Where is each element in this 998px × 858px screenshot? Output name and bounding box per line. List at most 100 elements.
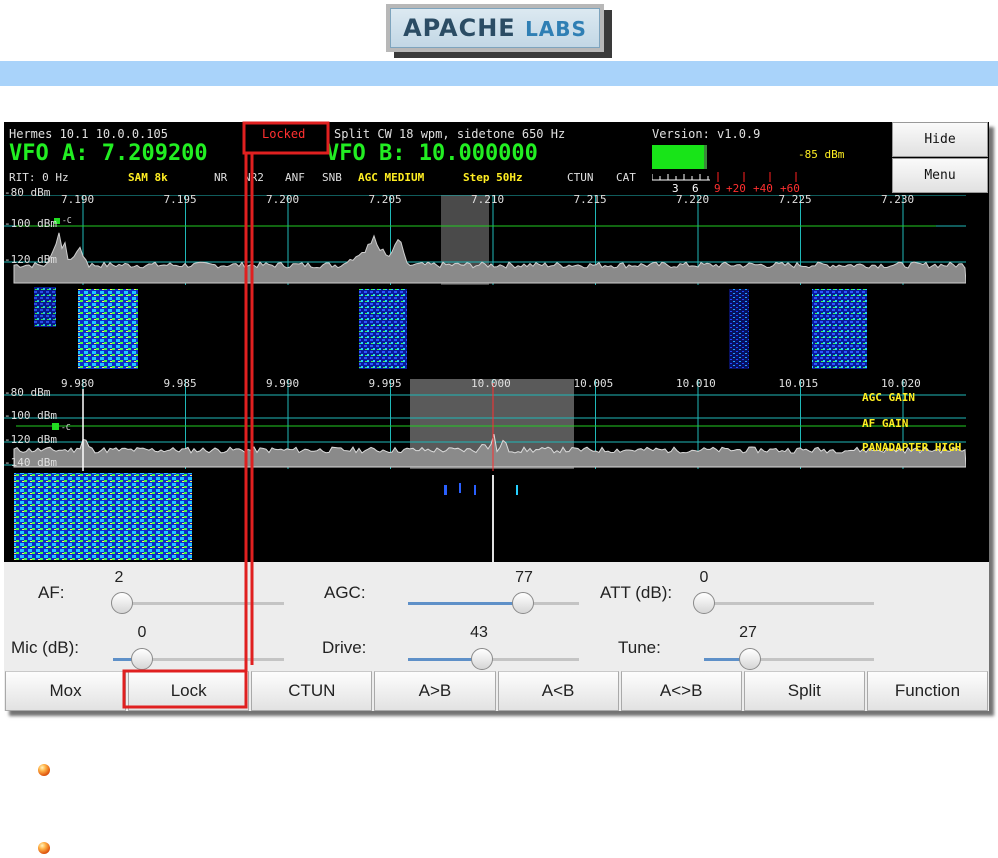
dbm-reading: -85 dBm	[798, 148, 845, 161]
mode-label: SAM 8k	[128, 171, 168, 184]
agc-marker-b-label: -C	[61, 423, 71, 432]
vfo-b-display[interactable]: VFO B: 10.000000	[326, 141, 538, 166]
drive-value: 43	[470, 624, 488, 641]
agc-slider[interactable]	[408, 592, 579, 614]
anf-label: ANF	[285, 171, 305, 184]
af-value: 2	[114, 569, 124, 586]
meter-tick-40: +40	[753, 182, 773, 195]
pan-a-freq-label: 7.230	[881, 193, 915, 206]
function-button[interactable]: Function	[866, 671, 988, 711]
b-to-a-button[interactable]: A<B	[497, 671, 619, 711]
overlay-af-gain: AF GAIN	[862, 417, 909, 430]
pan-b-db-label: -80 dBm	[4, 386, 51, 399]
agc-mode-label: AGC MEDIUM	[358, 171, 425, 184]
pan-a-freq-label: 7.210	[471, 193, 505, 206]
cat-label: CAT	[616, 171, 636, 184]
tune-slider[interactable]	[704, 648, 874, 670]
locked-status: Locked	[262, 127, 306, 141]
hide-button[interactable]: Hide	[892, 122, 988, 157]
meter-tick-9: 9	[714, 182, 721, 195]
pan-b-freq-label: 10.005	[573, 377, 614, 390]
header-bar	[0, 61, 998, 86]
snb-label: SNB	[322, 171, 342, 184]
af-slider-thumb[interactable]	[111, 592, 134, 614]
pan-a-freq-label: 7.195	[163, 193, 197, 206]
pan-b-freq-label: 9.995	[368, 377, 402, 390]
drive-slider-thumb[interactable]	[470, 648, 493, 670]
split-info: Split CW 18 wpm, sidetone 650 Hz	[334, 127, 566, 141]
att-slider-thumb[interactable]	[693, 592, 715, 614]
logo-labs-text: LABS	[525, 17, 587, 41]
overlay-agc-gain: AGC GAIN	[862, 391, 915, 404]
pan-a-freq-label: 7.190	[61, 193, 95, 206]
pan-b-freq-label: 9.980	[61, 377, 95, 390]
mic-label: Mic (dB):	[11, 638, 79, 657]
ctun-button[interactable]: CTUN	[251, 671, 373, 711]
pan-b-db-label: -120 dBm	[4, 433, 57, 446]
button-bar: Mox Lock CTUN A>B A<B A<>B Split Functio…	[4, 671, 989, 711]
pan-a-db-label: -80 dBm	[4, 186, 51, 199]
mic-slider[interactable]	[113, 648, 284, 670]
pan-b-freq-label: 10.015	[778, 377, 819, 390]
lock-button[interactable]: Lock	[128, 671, 250, 711]
meter-tick-20: +20	[726, 182, 746, 195]
pan-b-db-label: -100 dBm	[4, 409, 57, 422]
step-label: Step 50Hz	[463, 171, 523, 184]
waterfall-a	[4, 285, 966, 379]
menu-button[interactable]: Menu	[892, 158, 988, 193]
version-label: Version: v1.0.9	[652, 127, 761, 141]
pan-a-freq-label: 7.225	[778, 193, 812, 206]
pan-a-freq-label: 7.200	[266, 193, 300, 206]
pan-b-db-label: -140 dBm	[4, 456, 57, 469]
spectrum-trace-a	[13, 232, 966, 284]
logo-brand-text: APACHE	[403, 14, 516, 42]
agc-marker-a-label: -C	[62, 216, 72, 225]
nr2-label: NR2	[244, 171, 264, 184]
spectrum-area[interactable]: -C -C 7.190 7.195 7.200 7.205 7.210 7.21…	[4, 186, 966, 562]
att-label: ATT (dB):	[600, 583, 673, 602]
agc-marker-b[interactable]	[52, 423, 59, 430]
overlay-panadapter-high: PANADAPTER HIGH	[862, 441, 962, 454]
pan-a-freq-label: 7.205	[368, 193, 402, 206]
af-label: AF:	[38, 583, 65, 602]
att-slider[interactable]	[693, 592, 874, 614]
pan-a-freq-label: 7.215	[573, 193, 607, 206]
tune-label: Tune:	[618, 638, 661, 657]
rit-label: RIT: 0 Hz	[9, 171, 69, 184]
pan-b-freq-label: 9.985	[163, 377, 197, 390]
pan-a-freq-label: 7.220	[676, 193, 710, 206]
pan-a-db-label: -100 dBm	[4, 217, 57, 230]
vfo-a-display[interactable]: VFO A: 7.209200	[9, 141, 208, 166]
waterfall-b	[4, 471, 966, 562]
pan-b-freq-label: 9.990	[266, 377, 300, 390]
mic-value: 0	[137, 624, 147, 641]
agc-slider-thumb[interactable]	[511, 592, 534, 614]
apache-labs-logo: APACHE LABS	[386, 4, 604, 52]
pan-b-freq-label: 10.010	[676, 377, 716, 390]
bullet-icon-2	[38, 842, 50, 854]
pan-b-freq-label: 10.000	[471, 377, 511, 390]
a-to-b-button[interactable]: A>B	[374, 671, 496, 711]
controls-panel: AF: 2 AGC: 77 ATT (dB): 0 Mic (dB): 0 Dr…	[4, 562, 989, 671]
pan-b-freq-label: 10.020	[881, 377, 921, 390]
split-button[interactable]: Split	[743, 671, 865, 711]
nr-label: NR	[214, 171, 228, 184]
mic-slider-thumb[interactable]	[131, 648, 154, 670]
tune-slider-thumb[interactable]	[738, 648, 761, 670]
swap-ab-button[interactable]: A<>B	[620, 671, 742, 711]
mox-button[interactable]: Mox	[5, 671, 127, 711]
af-slider[interactable]	[111, 592, 284, 614]
drive-slider[interactable]	[408, 648, 579, 670]
drive-label: Drive:	[322, 638, 367, 657]
panadapter-a[interactable]: -C	[4, 195, 966, 285]
ctun-label: CTUN	[567, 171, 594, 184]
radio-app-window: Hermes 10.1 10.0.0.105 Locked Split CW 1…	[4, 122, 989, 711]
radio-info: Hermes 10.1 10.0.0.105	[9, 127, 168, 141]
pan-a-db-label: -120 dBm	[4, 253, 57, 266]
agc-label: AGC:	[324, 583, 366, 602]
agc-value: 77	[515, 569, 533, 586]
att-value: 0	[699, 569, 709, 586]
s-meter-bar	[652, 145, 707, 169]
bullet-icon-1	[38, 764, 50, 776]
s-meter-scale: 3 6 9 +20 +40 +60	[652, 170, 812, 195]
